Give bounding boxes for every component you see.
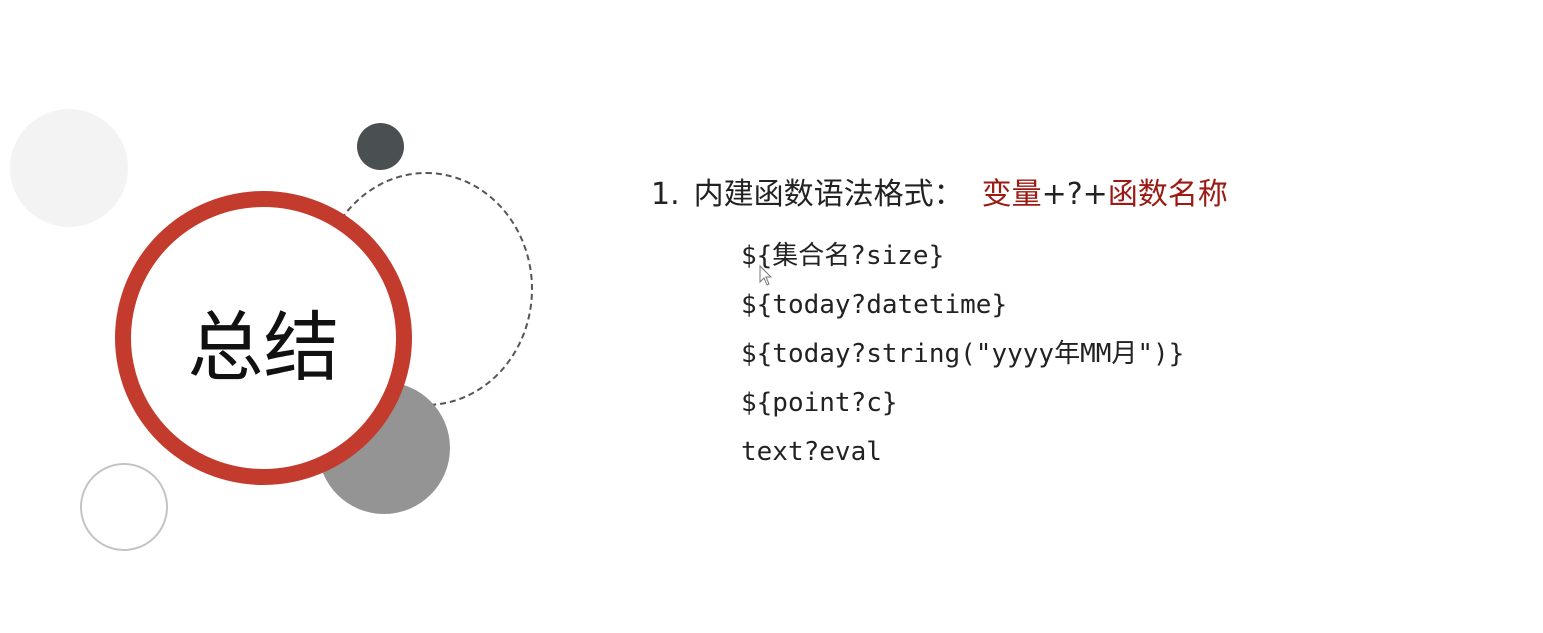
code-line: ${point?c}: [741, 388, 898, 418]
title-ring: 总结: [115, 191, 412, 485]
heading-number: 1.: [651, 177, 680, 212]
code-line: text?eval: [741, 437, 882, 467]
heading-join: +?+: [1041, 177, 1108, 212]
decorative-circle-light: [10, 109, 128, 227]
decorative-circle-dark: [357, 123, 404, 170]
heading-function-name: 函数名称: [1107, 177, 1228, 212]
section-heading: 1. 内建函数语法格式： 变量 +?+ 函数名称: [651, 172, 1228, 218]
code-example-list: ${集合名?size} ${today?datetime} ${today?st…: [651, 232, 1228, 477]
slide-title: 总结: [187, 303, 340, 392]
code-line: ${today?string("yyyy年MM月")}: [741, 339, 1185, 369]
heading-variable: 变量: [981, 177, 1042, 212]
code-line: ${集合名?size}: [741, 241, 945, 271]
slide-content: 1. 内建函数语法格式： 变量 +?+ 函数名称 ${集合名?size} ${t…: [651, 172, 1228, 477]
mouse-cursor-icon: [759, 265, 773, 286]
decorative-circle-outline: [80, 463, 168, 551]
code-line: ${today?datetime}: [741, 290, 1008, 320]
heading-label: 内建函数语法格式：: [693, 177, 964, 212]
